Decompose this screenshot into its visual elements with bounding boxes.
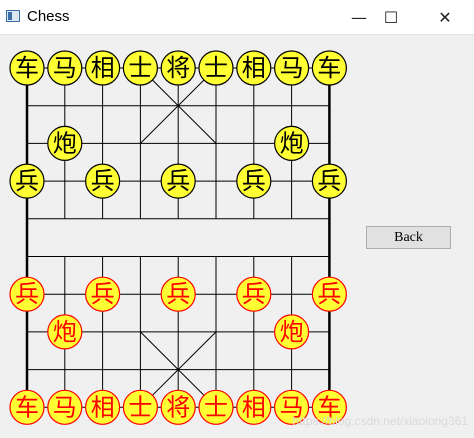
black-piece[interactable]: 车 [9, 50, 45, 86]
piece-label: 将 [166, 393, 190, 421]
black-piece[interactable]: 将 [160, 50, 196, 86]
red-piece[interactable]: 士 [198, 389, 234, 425]
black-piece[interactable]: 兵 [9, 163, 45, 199]
black-piece[interactable]: 马 [47, 50, 83, 86]
piece-label: 马 [280, 54, 304, 82]
piece-label: 兵 [91, 167, 115, 195]
piece-label: 炮 [280, 318, 304, 346]
piece-label: 兵 [91, 280, 115, 308]
black-piece[interactable]: 士 [198, 50, 234, 86]
piece-label: 车 [15, 54, 39, 82]
black-piece[interactable]: 兵 [311, 163, 347, 199]
piece-label: 士 [204, 54, 228, 82]
black-piece[interactable]: 士 [122, 50, 158, 86]
red-piece[interactable]: 马 [47, 389, 83, 425]
piece-label: 相 [91, 54, 115, 82]
piece-label: 士 [128, 54, 152, 82]
piece-label: 炮 [53, 318, 77, 346]
black-piece[interactable]: 炮 [274, 125, 310, 162]
red-piece[interactable]: 兵 [160, 276, 196, 312]
window-title: Chess [27, 8, 70, 25]
piece-label: 士 [128, 393, 152, 421]
red-piece[interactable]: 兵 [236, 276, 272, 312]
piece-label: 兵 [166, 167, 190, 195]
piece-label: 相 [242, 54, 266, 82]
piece-label: 兵 [15, 167, 39, 195]
piece-label: 兵 [15, 280, 39, 308]
black-piece[interactable]: 车 [311, 50, 347, 86]
title-bar: Chess — ☐ ✕ [0, 0, 474, 35]
black-piece[interactable]: 相 [236, 50, 272, 86]
red-piece[interactable]: 相 [236, 389, 272, 425]
red-piece[interactable]: 炮 [47, 314, 83, 350]
piece-label: 炮 [280, 129, 304, 157]
red-piece[interactable]: 兵 [9, 276, 45, 312]
piece-label: 士 [204, 393, 228, 421]
back-button[interactable]: Back [366, 226, 451, 249]
close-button[interactable]: ✕ [422, 0, 468, 34]
piece-label: 兵 [317, 280, 341, 308]
piece-label: 兵 [242, 167, 266, 195]
black-piece[interactable]: 马 [274, 50, 310, 86]
maximize-button[interactable]: ☐ [368, 0, 414, 34]
piece-label: 炮 [53, 129, 77, 157]
piece-label: 马 [53, 54, 77, 82]
black-piece[interactable]: 兵 [236, 163, 272, 199]
red-piece[interactable]: 兵 [311, 276, 347, 312]
red-piece[interactable]: 相 [84, 389, 121, 425]
red-piece[interactable]: 车 [9, 389, 45, 425]
piece-label: 兵 [166, 280, 190, 308]
piece-label: 将 [166, 54, 190, 82]
black-piece[interactable]: 相 [84, 50, 121, 86]
red-piece[interactable]: 炮 [274, 314, 310, 350]
piece-label: 相 [242, 393, 266, 421]
red-piece[interactable]: 兵 [84, 276, 121, 312]
piece-label: 马 [53, 393, 77, 421]
piece-label: 车 [317, 54, 341, 82]
black-piece[interactable]: 兵 [84, 163, 121, 199]
board-grid [25, 67, 331, 408]
app-window-icon [6, 10, 20, 22]
piece-label: 车 [15, 393, 39, 421]
piece-label: 兵 [317, 167, 341, 195]
red-piece[interactable]: 士 [122, 389, 158, 425]
watermark-text: https://blog.csdn.net/xiaolong361 [292, 414, 468, 428]
black-piece[interactable]: 炮 [47, 125, 83, 162]
piece-label: 兵 [242, 280, 266, 308]
piece-label: 相 [91, 393, 115, 421]
red-piece[interactable]: 将 [160, 389, 196, 425]
black-piece[interactable]: 兵 [160, 163, 196, 199]
